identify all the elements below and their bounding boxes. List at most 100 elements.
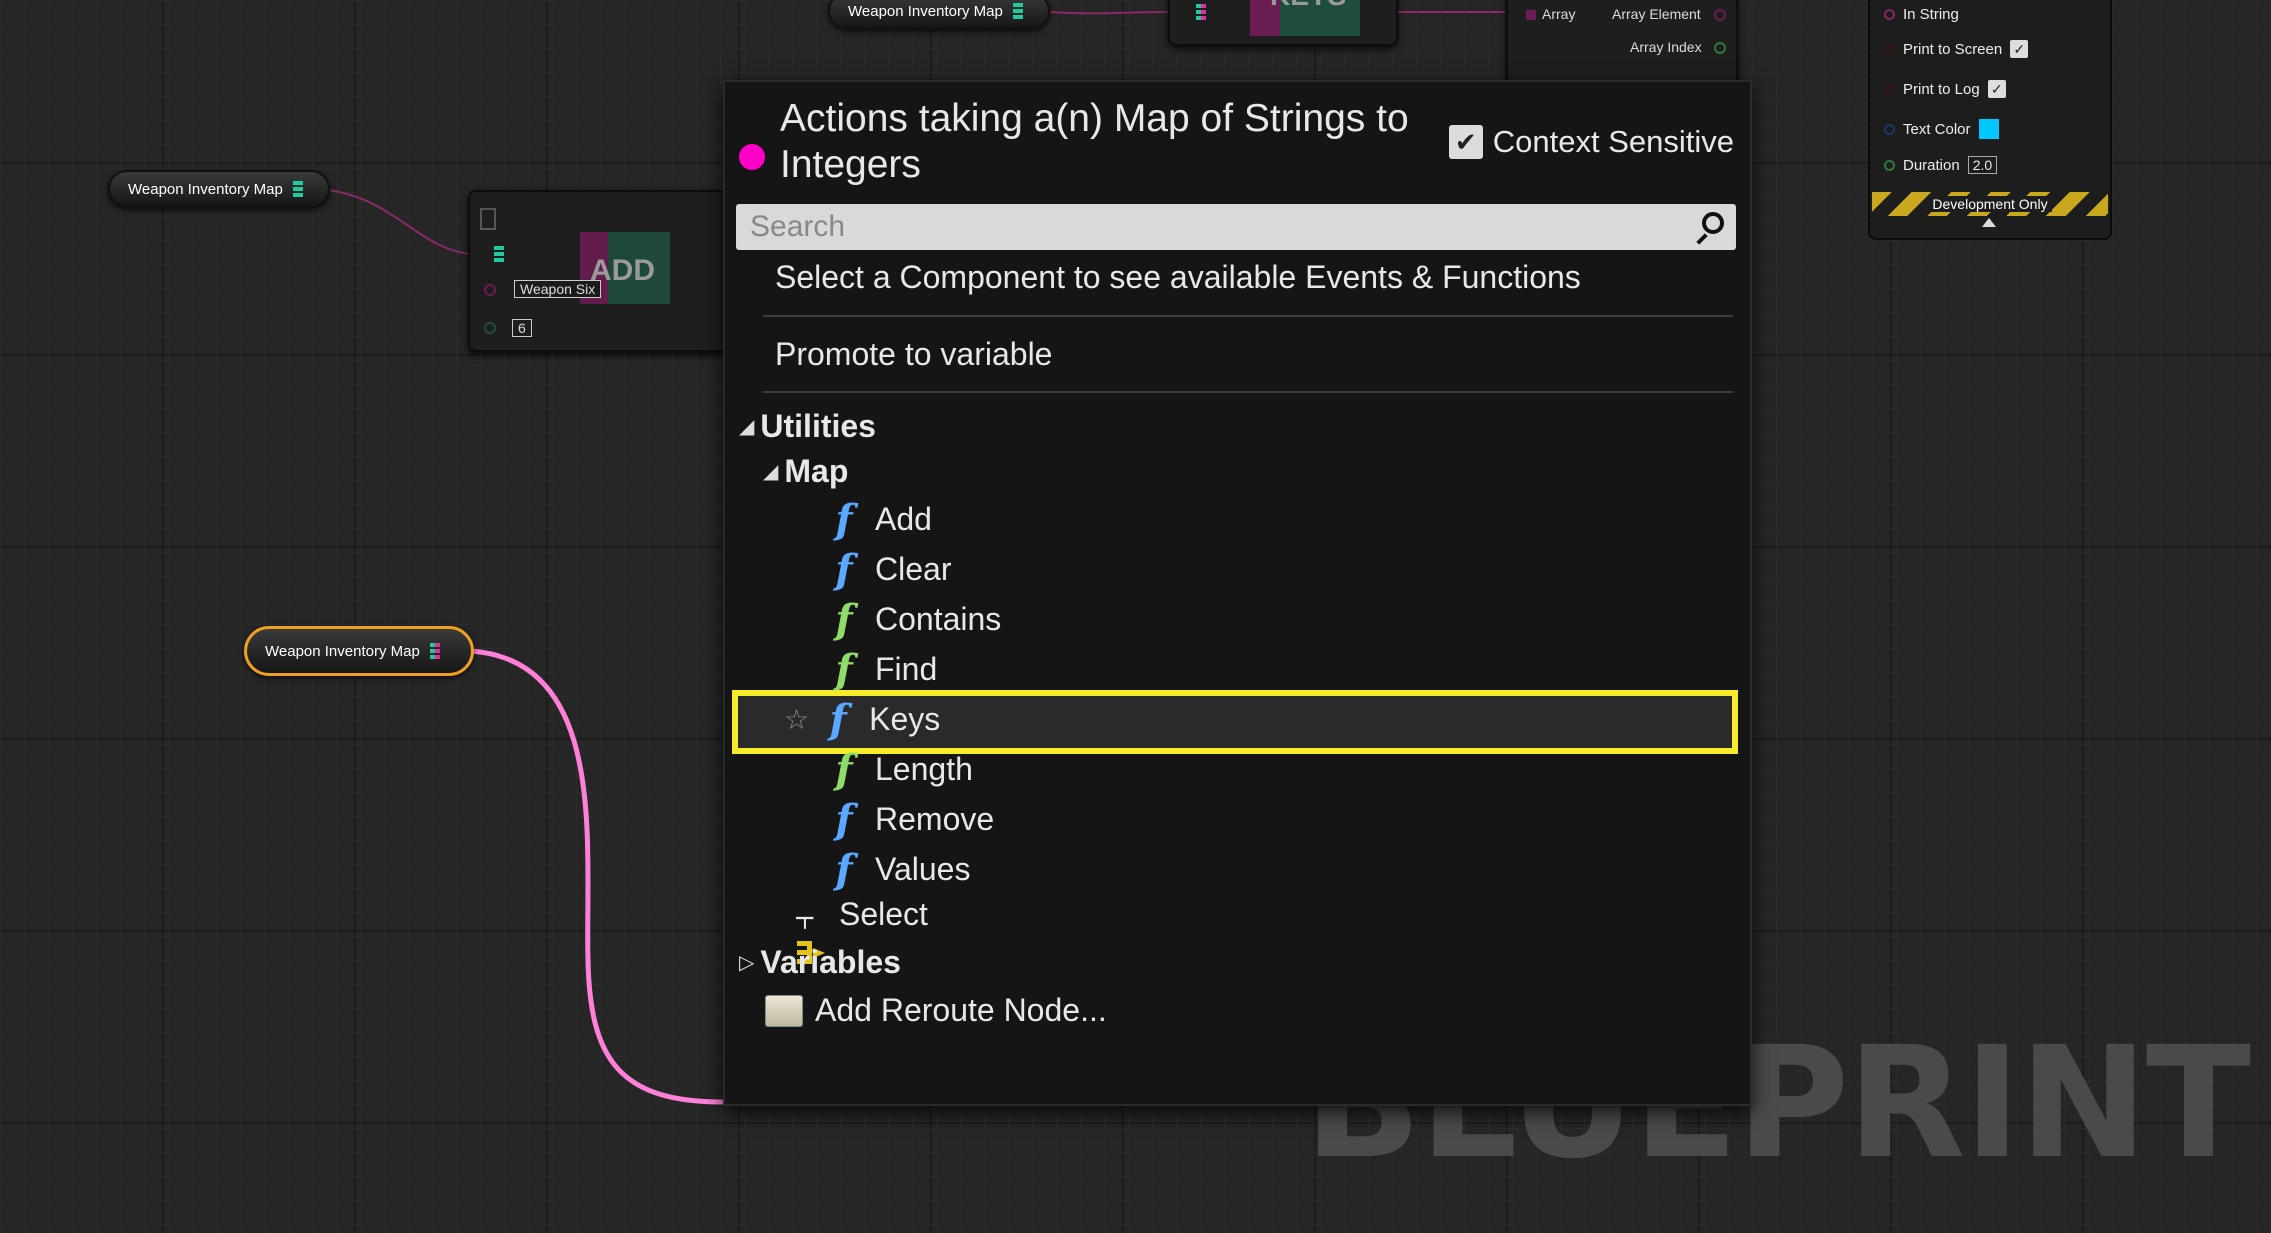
- context-sensitive-checkbox[interactable]: ✔: [1448, 125, 1483, 159]
- select-component-item[interactable]: Select a Component to see available Even…: [775, 259, 1581, 296]
- value-pin-icon[interactable]: [484, 322, 496, 334]
- function-item-clear[interactable]: f Clear: [825, 546, 951, 593]
- map-pin-icon[interactable]: [429, 643, 440, 659]
- value-input[interactable]: 6: [512, 319, 532, 337]
- action-context-menu[interactable]: Actions taking a(n) Map of Strings to In…: [723, 80, 1752, 1106]
- function-icon: f: [829, 696, 847, 743]
- search-icon[interactable]: [1694, 212, 1724, 242]
- category-label: Utilities: [760, 408, 876, 444]
- category-utilities[interactable]: ◢ Utilities: [739, 408, 876, 445]
- print-to-screen-row[interactable]: Print to Screen ✓: [1884, 40, 2029, 58]
- in-string-pin-icon[interactable]: [1884, 9, 1895, 20]
- print-to-screen-pin-icon[interactable]: [1884, 43, 1895, 55]
- print-to-log-checkbox[interactable]: ✓: [1987, 80, 2006, 98]
- array-pin-icon[interactable]: [1526, 10, 1536, 20]
- context-sensitive-label: Context Sensitive: [1492, 124, 1734, 159]
- function-label: Remove: [875, 801, 995, 837]
- weapon-inventory-map-node-selected[interactable]: Weapon Inventory Map: [244, 626, 474, 676]
- category-map[interactable]: ◢ Map: [763, 453, 848, 490]
- node-title: KEYS: [1270, 0, 1346, 12]
- in-string-row[interactable]: In String: [1884, 6, 1959, 23]
- collapse-arrow-icon[interactable]: [1982, 218, 1996, 227]
- separator: [763, 315, 1733, 317]
- foreach-loop-node[interactable]: Array Array Element Array Index: [1506, 0, 1738, 88]
- print-to-log-pin-icon[interactable]: [1884, 83, 1895, 95]
- print-to-log-label: Print to Log: [1903, 80, 1980, 98]
- reroute-node-icon: [765, 994, 803, 1027]
- function-item-contains[interactable]: f Contains: [825, 596, 1001, 643]
- function-item-remove[interactable]: f Remove: [825, 796, 994, 843]
- function-label: Clear: [875, 551, 952, 587]
- favorite-star-icon[interactable]: ☆: [784, 703, 809, 736]
- map-pin-icon[interactable]: [494, 246, 504, 262]
- map-pin-icon[interactable]: [292, 181, 303, 197]
- search-bar[interactable]: [736, 204, 1736, 250]
- pure-function-icon: f: [835, 596, 853, 643]
- function-icon: f: [835, 796, 853, 843]
- reroute-label: Add Reroute Node...: [815, 992, 1107, 1028]
- node-label: Weapon Inventory Map: [265, 642, 420, 660]
- category-label: Variables: [760, 944, 901, 980]
- function-item-add[interactable]: f Add: [825, 496, 932, 543]
- function-item-length[interactable]: f Length: [825, 746, 973, 793]
- key-input[interactable]: Weapon Six: [514, 280, 602, 298]
- function-label: Find: [875, 651, 938, 687]
- map-keys-node[interactable]: KEYS: [1168, 0, 1398, 46]
- function-icon: f: [835, 546, 853, 593]
- map-type-icon: [739, 144, 765, 170]
- function-label: Contains: [875, 601, 1002, 637]
- select-label: Select: [839, 896, 928, 932]
- search-input[interactable]: [748, 209, 1694, 245]
- weapon-inventory-map-node-top[interactable]: Weapon Inventory Map: [828, 0, 1050, 30]
- category-variables[interactable]: ▷ Variables: [739, 944, 901, 981]
- menu-title: Actions taking a(n) Map of Strings to In…: [780, 97, 1409, 186]
- duration-row[interactable]: Duration 2.0: [1884, 156, 1998, 174]
- text-color-pin-icon[interactable]: [1884, 123, 1895, 135]
- collapsed-triangle-icon[interactable]: ▷: [739, 950, 754, 975]
- select-node-icon: [795, 900, 831, 964]
- print-to-log-row[interactable]: Print to Log ✓: [1884, 80, 2006, 98]
- separator: [763, 391, 1733, 393]
- weapon-inventory-map-node[interactable]: Weapon Inventory Map: [108, 170, 330, 208]
- text-color-label: Text Color: [1903, 120, 1971, 138]
- print-string-node[interactable]: In String Print to Screen ✓ Print to Log…: [1868, 0, 2112, 240]
- in-string-label: In String: [1903, 6, 1959, 23]
- text-color-row[interactable]: Text Color: [1884, 119, 1999, 139]
- function-icon: f: [835, 496, 853, 543]
- promote-to-variable-item[interactable]: Promote to variable: [775, 336, 1052, 373]
- function-label: Add: [875, 501, 932, 537]
- map-pin-icon[interactable]: [1196, 4, 1206, 20]
- function-item-keys[interactable]: ☆ f Keys: [784, 696, 940, 743]
- array-index-label: Array Index: [1630, 39, 1702, 55]
- pure-function-icon: f: [835, 746, 853, 793]
- map-pin-icon[interactable]: [1012, 3, 1023, 19]
- expanded-triangle-icon[interactable]: ◢: [739, 414, 754, 439]
- wire-top-left-to-add: [327, 189, 484, 256]
- key-pin-icon[interactable]: [484, 284, 496, 296]
- duration-pin-icon[interactable]: [1884, 159, 1895, 171]
- function-icon: f: [835, 846, 853, 893]
- index-pin-icon[interactable]: [1714, 42, 1726, 54]
- array-element-label: Array Element: [1612, 6, 1701, 22]
- print-to-screen-label: Print to Screen: [1903, 40, 2003, 58]
- context-sensitive-toggle[interactable]: ✔ Context Sensitive: [1448, 124, 1734, 160]
- development-only-banner: Development Only: [1872, 192, 2108, 216]
- element-pin-icon[interactable]: [1714, 9, 1726, 21]
- duration-label: Duration: [1903, 156, 1960, 174]
- function-item-find[interactable]: f Find: [825, 646, 937, 693]
- node-label: Weapon Inventory Map: [128, 180, 283, 198]
- function-label: Length: [875, 751, 973, 787]
- add-reroute-node-item[interactable]: Add Reroute Node...: [765, 992, 1107, 1029]
- print-to-screen-checkbox[interactable]: ✓: [2010, 40, 2029, 58]
- duration-input[interactable]: 2.0: [1967, 156, 1998, 174]
- text-color-swatch[interactable]: [1978, 119, 1999, 139]
- map-add-node[interactable]: ADD Weapon Six 6: [468, 190, 732, 352]
- category-label: Map: [784, 453, 849, 489]
- expanded-triangle-icon[interactable]: ◢: [763, 459, 778, 484]
- array-label: Array: [1542, 6, 1576, 22]
- function-label: Keys: [869, 701, 941, 737]
- menu-header: Actions taking a(n) Map of Strings to In…: [739, 96, 1439, 188]
- select-item[interactable]: Select: [795, 896, 928, 964]
- function-item-values[interactable]: f Values: [825, 846, 970, 893]
- exec-pin-icon[interactable]: [480, 208, 496, 230]
